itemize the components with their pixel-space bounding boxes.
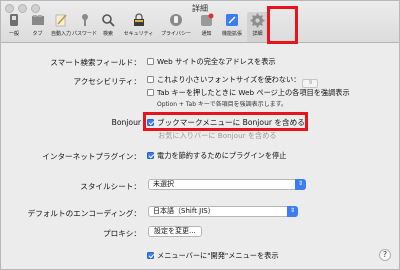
preferences-tabs: 一般 タブ 自動入力 パスワード 検索 セキュリティ プライバシー 通知 機能拡… (3, 12, 270, 42)
tab-label: 検索 (102, 31, 113, 37)
tab-autofill[interactable]: 自動入力 (50, 12, 72, 42)
tab-tabs[interactable]: タブ (27, 12, 49, 42)
develop-menu-option[interactable]: メニューバーに"開発"メニューを表示 (147, 251, 279, 261)
hand-icon (168, 12, 184, 28)
plugins-label: インターネットプラグイン： (42, 152, 141, 161)
magnifier-icon (100, 12, 116, 28)
tab-highlight-option[interactable]: Tab キーを押したときに Web ページ上の各項目を強調表示 (147, 88, 350, 98)
checkbox[interactable] (147, 252, 154, 259)
pencil-icon (53, 12, 69, 28)
stylesheet-label: スタイルシート： (80, 182, 141, 191)
checkbox[interactable] (147, 152, 154, 159)
toolbar: 詳細 一般 タブ 自動入力 パスワード 検索 セキュリティ プライバシー 通知 … (1, 1, 399, 43)
bonjour-bookmarks-option[interactable]: ブックマークメニューに Bonjour を含める (147, 117, 305, 128)
proxy-label: プロキシ： (103, 229, 141, 238)
key-icon (77, 12, 93, 28)
tab-label: 機能拡張 (221, 31, 242, 37)
accessibility-label: アクセシビリティ： (73, 77, 141, 86)
encoding-label: デフォルトのエンコーディング： (27, 209, 141, 218)
accessibility-hint: Option + Tab キーで各項目を強調表示します。 (157, 101, 287, 108)
smart-search-option[interactable]: Web サイトの完全なアドレスを表示 (147, 57, 276, 67)
tab-security[interactable]: セキュリティ (121, 12, 157, 42)
bonjour-favorites-option[interactable]: お気に入りバーに Bonjour を含める (158, 131, 277, 141)
smart-search-label: スマート検索フィールド： (50, 58, 141, 67)
tab-label: タブ (32, 31, 43, 37)
tab-label: 詳細 (252, 31, 263, 37)
puzzle-icon (224, 12, 240, 28)
font-size-select[interactable]: 9 (302, 79, 319, 88)
gear-icon (250, 12, 266, 28)
encoding-select[interactable]: 日本語（Shift JIS） ⇕ (148, 206, 298, 217)
tab-extensions[interactable]: 機能拡張 (219, 12, 245, 42)
tab-label: セキュリティ (123, 31, 154, 37)
chevron-updown-icon: ⇕ (287, 206, 298, 217)
tab-notifications[interactable]: 通知 (196, 12, 218, 42)
min-font-size-option[interactable]: これより小さいフォントサイズを使わない： 9 (147, 75, 319, 88)
checkbox[interactable] (147, 89, 154, 96)
chevron-updown-icon: ⇕ (295, 179, 306, 190)
tab-general[interactable]: 一般 (3, 12, 25, 42)
tabs-icon (30, 12, 46, 28)
lock-icon (131, 12, 147, 28)
checkbox[interactable] (147, 58, 154, 65)
tab-privacy[interactable]: プライバシー (158, 12, 194, 42)
tab-label: パスワード (72, 31, 98, 37)
highlight-box (267, 6, 298, 44)
tab-label: 自動入力 (50, 31, 71, 37)
stylesheet-select[interactable]: 未選択 ⇕ (148, 179, 306, 190)
checkbox[interactable] (147, 119, 154, 126)
tab-passwords[interactable]: パスワード (72, 12, 98, 42)
change-settings-button[interactable]: 設定を変更... (148, 226, 202, 237)
plugins-option[interactable]: 電力を節約するためにプラグインを停止 (147, 151, 286, 161)
help-button[interactable]: ? (379, 249, 391, 261)
preferences-window: 詳細 一般 タブ 自動入力 パスワード 検索 セキュリティ プライバシー 通知 … (0, 0, 400, 270)
tab-label: 通知 (201, 31, 212, 37)
notification-icon (199, 12, 215, 28)
checkbox[interactable] (147, 76, 154, 83)
tab-label: プライバシー (161, 31, 191, 37)
bonjour-label: Bonjour (111, 118, 141, 127)
switch-icon (6, 12, 22, 28)
tab-label: 一般 (8, 31, 19, 37)
tab-advanced[interactable]: 詳細 (246, 12, 269, 42)
tab-search[interactable]: 検索 (97, 12, 119, 42)
